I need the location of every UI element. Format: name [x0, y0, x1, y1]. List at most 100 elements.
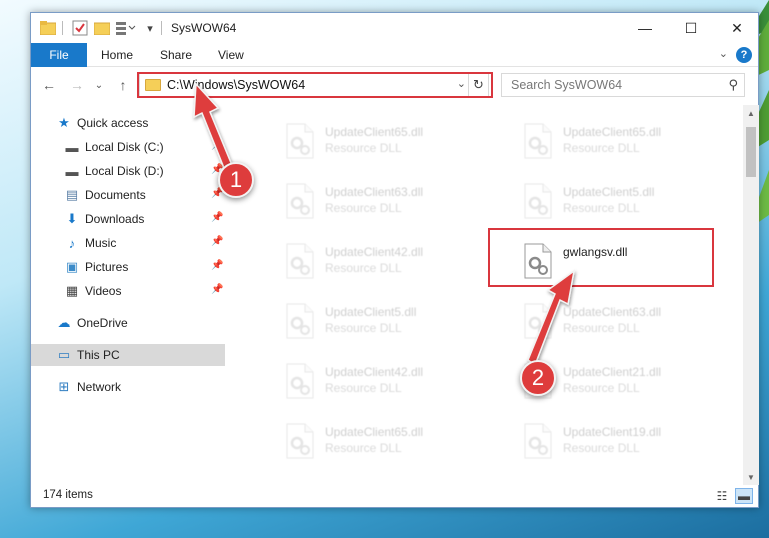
pin-icon[interactable]: 📌	[211, 284, 223, 295]
file-name: UpdateClient42.dll	[325, 365, 424, 379]
search-box[interactable]: ⚲	[501, 73, 745, 97]
star-icon: ★	[58, 115, 70, 130]
tab-view[interactable]: View	[218, 43, 244, 67]
title-bar[interactable]: ▾ SysWOW64 — ☐ ✕	[31, 13, 758, 43]
address-highlight-box	[137, 72, 493, 98]
up-button[interactable]: ↑	[113, 75, 133, 95]
tab-file[interactable]: File	[31, 43, 87, 67]
dll-file-icon	[523, 303, 553, 339]
forward-button[interactable]: →	[67, 75, 87, 95]
navigation-pane: ★ Quick access ▬ Local Disk (C:) 📌 ▬ Local Dis…	[31, 105, 225, 480]
expand-ribbon-icon[interactable]: ⌄	[719, 47, 728, 60]
sidebar-item-label: Music	[85, 236, 117, 250]
dll-file-icon	[285, 183, 315, 219]
dll-file-icon	[285, 243, 315, 279]
music-icon: ♪	[68, 235, 76, 251]
file-type: Resource DLL	[563, 321, 640, 335]
sidebar-item-quick-access[interactable]: ★ Quick access	[31, 112, 225, 134]
window-title: SysWOW64	[171, 21, 237, 35]
customize-qa-icon[interactable]	[115, 19, 137, 37]
tab-share[interactable]: Share	[160, 43, 192, 67]
pin-icon[interactable]: 📌	[211, 140, 223, 151]
documents-icon: ▤	[65, 187, 79, 202]
file-type: Resource DLL	[325, 261, 402, 275]
sidebar-item-local-disk-c[interactable]: ▬ Local Disk (C:) 📌	[31, 136, 225, 158]
sidebar-item-label: Pictures	[85, 260, 129, 274]
sidebar-item-onedrive[interactable]: ☁ OneDrive	[31, 312, 225, 334]
vertical-scrollbar[interactable]: ▲ ▼	[743, 105, 759, 485]
sidebar-item-pictures[interactable]: ▣ Pictures 📌	[31, 256, 225, 278]
drive-icon: ▬	[65, 139, 79, 155]
sidebar-item-videos[interactable]: ▦ Videos 📌	[31, 280, 225, 302]
maximize-button[interactable]: ☐	[668, 13, 714, 43]
sidebar-item-documents[interactable]: ▤ Documents 📌	[31, 184, 225, 206]
file-item[interactable]: UpdateClient65.dll Resource DLL	[519, 117, 745, 167]
dll-file-icon	[285, 303, 315, 339]
close-button[interactable]: ✕	[714, 13, 760, 43]
sidebar-item-label: Downloads	[85, 212, 145, 226]
file-type: Resource DLL	[563, 141, 640, 155]
videos-icon: ▦	[65, 283, 79, 298]
sidebar-item-label: OneDrive	[77, 316, 128, 330]
qa-dropdown-icon[interactable]: ▾	[143, 19, 157, 37]
search-input[interactable]	[511, 78, 711, 92]
large-icons-view-icon[interactable]: ▬	[735, 488, 753, 504]
tab-home[interactable]: Home	[101, 43, 133, 67]
sidebar-item-local-disk-d[interactable]: ▬ Local Disk (D:) 📌	[31, 160, 225, 182]
file-item[interactable]: UpdateClient5.dll Resource DLL	[519, 177, 745, 227]
file-item[interactable]: UpdateClient63.dll Resource DLL	[281, 177, 511, 227]
sidebar-item-label: Quick access	[77, 116, 149, 130]
pin-icon[interactable]: 📌	[211, 236, 223, 247]
sidebar-item-label: Local Disk (C:)	[85, 140, 164, 154]
file-item[interactable]: UpdateClient42.dll Resource DLL	[281, 357, 511, 407]
file-item[interactable]: UpdateClient5.dll Resource DLL	[281, 297, 511, 347]
back-button[interactable]: ←	[39, 75, 59, 95]
callout-badge-2: 2	[520, 360, 556, 396]
search-icon[interactable]: ⚲	[728, 77, 738, 93]
file-name: UpdateClient63.dll	[325, 185, 424, 199]
sidebar-item-downloads[interactable]: ⬇ Downloads 📌	[31, 208, 225, 230]
new-folder-icon[interactable]	[93, 19, 111, 37]
properties-icon[interactable]	[71, 19, 89, 37]
dll-file-icon	[285, 363, 315, 399]
pin-icon[interactable]: 📌	[211, 260, 223, 271]
file-item[interactable]: UpdateClient65.dll Resource DLL	[281, 117, 511, 167]
recent-locations-button[interactable]: ⌄	[89, 75, 109, 95]
file-name: UpdateClient5.dll	[563, 185, 655, 199]
pin-icon[interactable]: 📌	[211, 212, 223, 223]
file-item[interactable]: UpdateClient63.dll Resource DLL	[519, 297, 745, 347]
sidebar-item-music[interactable]: ♪ Music 📌	[31, 232, 225, 254]
scroll-down-icon[interactable]: ▼	[743, 469, 759, 485]
cloud-icon: ☁	[57, 315, 71, 330]
file-type: Resource DLL	[325, 141, 402, 155]
file-name: UpdateClient63.dll	[563, 305, 662, 319]
file-name: UpdateClient65.dll	[325, 425, 424, 439]
file-name: UpdateClient5.dll	[325, 305, 417, 319]
sidebar-item-network[interactable]: ⊞ Network	[31, 376, 225, 398]
drive-icon: ▬	[65, 163, 79, 179]
scroll-thumb[interactable]	[746, 127, 756, 177]
status-bar: 174 items ☷ ▬	[31, 485, 758, 507]
file-name: UpdateClient42.dll	[325, 245, 424, 259]
scroll-up-icon[interactable]: ▲	[743, 105, 759, 121]
sidebar-item-label: Local Disk (D:)	[85, 164, 164, 178]
help-icon[interactable]: ?	[736, 47, 752, 63]
separator	[62, 21, 63, 35]
file-type: Resource DLL	[563, 441, 640, 455]
file-type: Resource DLL	[563, 381, 640, 395]
navigation-bar: ← → ⌄ ↑ C:\Windows\SysWOW64 ⌄ ↻ ⚲	[31, 68, 758, 102]
network-icon: ⊞	[58, 379, 70, 394]
file-name: UpdateClient21.dll	[563, 365, 662, 379]
sidebar-item-this-pc[interactable]: ▭ This PC	[31, 344, 225, 366]
file-highlight-box	[488, 228, 714, 287]
sidebar-item-label: Network	[77, 380, 122, 394]
minimize-button[interactable]: —	[622, 13, 668, 43]
file-item[interactable]: UpdateClient42.dll Resource DLL	[281, 237, 511, 287]
file-item[interactable]: UpdateClient65.dll Resource DLL	[281, 417, 511, 467]
folder-icon	[39, 19, 57, 37]
details-view-icon[interactable]: ☷	[713, 488, 731, 504]
pictures-icon: ▣	[65, 259, 79, 274]
file-item[interactable]: UpdateClient19.dll Resource DLL	[519, 417, 745, 467]
file-type: Resource DLL	[325, 381, 402, 395]
file-list: UpdateClient65.dll Resource DLL UpdateClie…	[255, 105, 745, 480]
